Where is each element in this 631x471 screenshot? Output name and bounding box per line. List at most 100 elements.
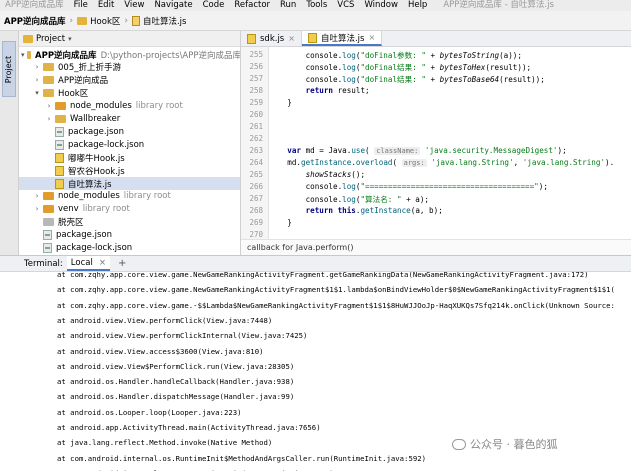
tree-item[interactable]: › Wallbreaker <box>19 113 240 126</box>
app-name: APP逆向成品库 <box>5 0 64 10</box>
line-number: 255 <box>249 50 263 59</box>
code-line: showStacks(); <box>305 170 366 179</box>
tree-item-label: 005_折上折手游 <box>58 63 121 74</box>
menu-item[interactable]: Help <box>403 0 432 11</box>
tree-item[interactable]: › APP逆向成品 <box>19 74 240 87</box>
tree-item-label: package.json <box>56 230 112 241</box>
tree-item[interactable]: ▾ Hook区 <box>19 87 240 100</box>
tree-item[interactable]: 智农谷Hook.js <box>19 164 240 177</box>
code-line: console.log("doFinal参数: " + bytesToStrin… <box>269 51 522 60</box>
tree-item[interactable]: package.json <box>19 125 240 138</box>
menu-item[interactable]: Window <box>359 0 403 11</box>
chevron-right-icon[interactable]: › <box>33 205 41 213</box>
breadcrumb-folder-label: Hook区 <box>90 16 121 27</box>
project-tool-button[interactable]: Project <box>2 41 16 97</box>
tree-item[interactable]: package.json <box>19 229 240 242</box>
menu-item[interactable]: File <box>69 0 93 11</box>
terminal-title: Terminal: <box>24 258 63 269</box>
tree-item[interactable]: 自吐算法.js <box>19 177 240 190</box>
menu-item[interactable]: View <box>119 0 149 11</box>
line-number: 260 <box>249 110 263 119</box>
library-folder-icon <box>43 192 54 201</box>
line-number: 262 <box>249 134 263 143</box>
window-title: APP逆向成品库 - 自吐算法.js <box>443 0 554 10</box>
editor-breadcrumb[interactable]: callback for Java.perform() <box>241 239 631 255</box>
project-panel: Project ▾ ▾ APP逆向成品库 D:\python-projects\AP… <box>19 31 241 255</box>
chevron-down-icon[interactable]: ▾ <box>68 35 72 43</box>
menu-item[interactable]: Tools <box>301 0 332 11</box>
close-icon[interactable]: × <box>99 258 106 268</box>
tree-item[interactable]: › node_modules library root <box>19 190 240 203</box>
terminal-line: at com.zqhy.app.core.view.game.-$$Lambda… <box>57 300 615 310</box>
menu-item[interactable]: Refactor <box>229 0 275 11</box>
tree-item[interactable]: ▾ APP逆向成品库 D:\python-projects\APP逆向成品库 <box>19 48 241 61</box>
terminal-line: at com.zqhy.app.core.view.game.NewGameRa… <box>57 272 589 279</box>
line-number: 267 <box>249 194 263 203</box>
terminal-line: at com.android.internal.os.RuntimeInit$M… <box>57 453 427 463</box>
terminal-line: at android.view.View.access$3600(View.ja… <box>57 346 264 356</box>
editor: sdk.js × 自吐算法.js × 255 256 257 258 259 260 261 262… <box>241 31 631 255</box>
terminal-tab-local[interactable]: Local × <box>66 256 110 271</box>
menu-item[interactable]: Code <box>198 0 230 11</box>
tree-item[interactable]: package-lock.json <box>19 138 240 151</box>
tree-item-label: 智农谷Hook.js <box>68 166 125 177</box>
code-line: return result; <box>305 86 370 95</box>
line-number: 261 <box>249 122 263 131</box>
project-view-icon <box>23 34 33 43</box>
menu-item[interactable]: Navigate <box>149 0 197 11</box>
js-file-icon <box>307 32 317 43</box>
chevron-right-icon[interactable]: › <box>45 102 53 110</box>
code-line: var md = Java.use( className: 'java.secu… <box>287 146 567 155</box>
tree-item-label: node_modules <box>70 101 132 112</box>
terminal-line: at android.os.Looper.loop(Looper.java:22… <box>57 407 242 417</box>
tree-item-label: 脱壳区 <box>58 218 84 229</box>
folder-icon <box>26 50 32 59</box>
chevron-down-icon[interactable]: ▾ <box>21 51 25 59</box>
add-icon[interactable]: + <box>118 258 126 269</box>
line-number: 264 <box>249 158 263 167</box>
tree-item[interactable]: 脱壳区 <box>19 216 240 229</box>
tree-item[interactable]: 嘟嘟牛Hook.js <box>19 151 240 164</box>
menu-item[interactable]: Run <box>275 0 301 11</box>
editor-breadcrumb-label: callback for Java.perform() <box>247 243 354 252</box>
line-number: 263 <box>249 146 263 155</box>
tree-item[interactable]: package-lock.json <box>19 242 240 255</box>
close-icon[interactable]: × <box>288 34 295 43</box>
code-line: } <box>269 218 292 227</box>
code-line: console.log("doFinal结果: " + bytesToBase6… <box>269 75 545 84</box>
code-area[interactable]: console.log("doFinal参数: " + bytesToStrin… <box>269 47 631 239</box>
breadcrumb-project[interactable]: APP逆向成品库 <box>4 15 66 27</box>
code-line: console.log("doFinal结果: " + bytesToHex(r… <box>269 63 532 72</box>
tree-item[interactable]: › venv library root <box>19 203 240 216</box>
tree-item-label: 嘟嘟牛Hook.js <box>68 153 125 164</box>
menu-item[interactable]: Edit <box>93 0 119 11</box>
breadcrumb-file[interactable]: 自吐算法.js <box>131 15 186 27</box>
chevron-right-icon[interactable]: › <box>33 63 41 71</box>
breadcrumb-folder[interactable]: Hook区 <box>77 15 120 27</box>
chevron-down-icon[interactable]: ▾ <box>33 89 41 97</box>
project-tool-label: Project <box>4 55 14 83</box>
line-number: 269 <box>249 218 263 227</box>
chevron-right-icon[interactable]: › <box>45 115 53 123</box>
library-root-hint: library root <box>135 101 183 112</box>
project-panel-header[interactable]: Project ▾ <box>19 31 240 47</box>
tree-item[interactable]: › 005_折上折手游 <box>19 61 240 74</box>
terminal-line: at android.os.Handler.dispatchMessage(Ha… <box>57 392 295 402</box>
tree-item-label: APP逆向成品 <box>58 76 109 87</box>
terminal-line: at android.app.ActivityThread.main(Activ… <box>57 423 321 432</box>
line-number: 258 <box>249 86 263 95</box>
folder-icon <box>43 76 54 85</box>
chevron-right-icon[interactable]: › <box>33 76 41 84</box>
line-number: 268 <box>249 206 263 215</box>
line-number: 265 <box>249 170 263 179</box>
project-path: D:\python-projects\APP逆向成品库 <box>100 50 241 61</box>
editor-tab[interactable]: sdk.js × <box>241 31 302 46</box>
chevron-right-icon[interactable]: › <box>33 192 41 200</box>
tree-item[interactable]: › node_modules library root <box>19 100 240 113</box>
menu-item[interactable]: VCS <box>332 0 359 11</box>
close-icon[interactable]: × <box>368 33 375 42</box>
code-line: console.log("===========================… <box>269 182 548 191</box>
js-file-icon <box>247 33 256 44</box>
editor-tab[interactable]: 自吐算法.js × <box>301 31 383 46</box>
folder-icon <box>77 16 88 25</box>
